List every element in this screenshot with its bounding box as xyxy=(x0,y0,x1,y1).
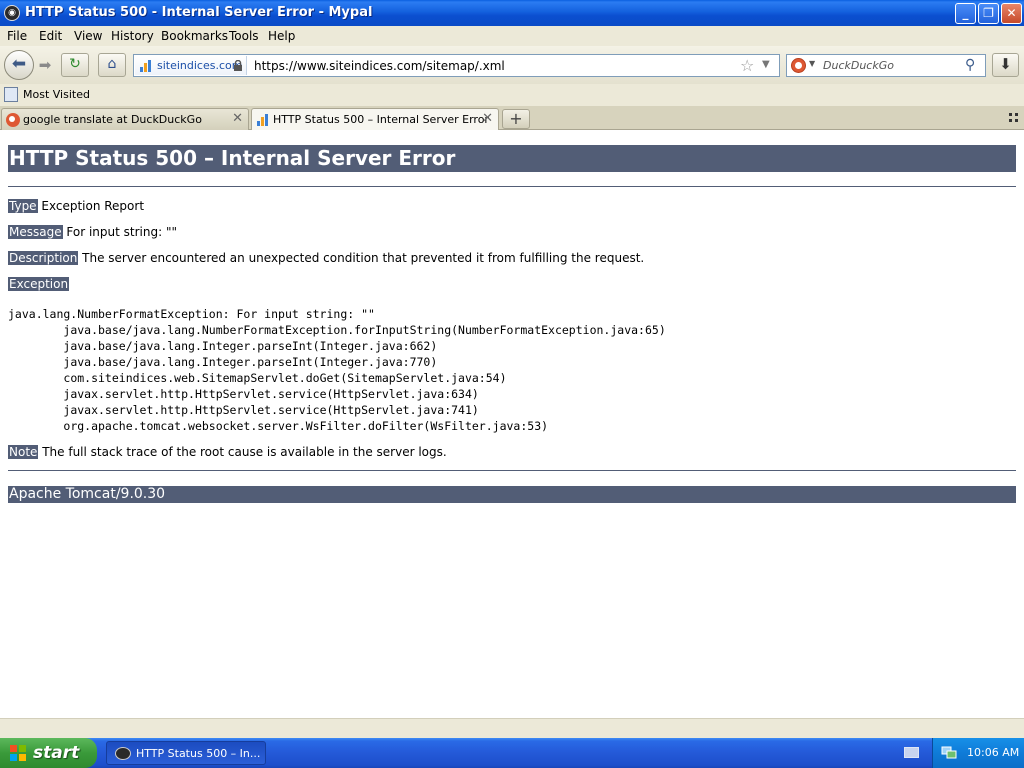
taskbar-window-label: HTTP Status 500 – In... xyxy=(136,747,261,760)
list-all-tabs-icon[interactable] xyxy=(1009,113,1019,123)
message-label: Message xyxy=(8,225,63,239)
windows-flag-icon xyxy=(10,745,27,762)
mypal-app-icon[interactable]: ◉ xyxy=(4,5,20,21)
back-arrow-icon: ⬅ xyxy=(11,54,27,74)
forward-arrow-icon: ➡ xyxy=(38,56,52,74)
home-button[interactable]: ⌂ xyxy=(98,53,126,77)
start-button[interactable]: start xyxy=(0,738,97,768)
site-favicon-icon xyxy=(140,60,154,72)
note-value: The full stack trace of the root cause i… xyxy=(38,445,447,459)
site-identity-button[interactable]: siteindices.com xyxy=(135,56,247,75)
lock-icon xyxy=(234,60,242,71)
downloads-button[interactable]: ⬇ xyxy=(992,53,1019,77)
exception-row: Exception xyxy=(8,277,70,291)
tab-google-translate[interactable]: google translate at DuckDuckGo ✕ xyxy=(1,108,249,130)
back-button[interactable]: ⬅ xyxy=(4,50,34,80)
tab-label: google translate at DuckDuckGo xyxy=(23,113,202,126)
page-content: HTTP Status 500 – Internal Server Error … xyxy=(0,130,1024,718)
windows-taskbar: start HTTP Status 500 – In... 10:06 AM xyxy=(0,738,1024,768)
menu-file[interactable]: File xyxy=(7,29,27,43)
window-title: HTTP Status 500 - Internal Server Error … xyxy=(25,5,373,20)
close-tab-icon[interactable]: ✕ xyxy=(482,111,493,126)
type-row: Type Exception Report xyxy=(8,199,144,213)
menu-history[interactable]: History xyxy=(111,29,154,43)
menu-help[interactable]: Help xyxy=(268,29,295,43)
forward-button[interactable]: ➡ xyxy=(35,56,55,76)
download-arrow-icon: ⬇ xyxy=(999,55,1012,73)
start-label: start xyxy=(33,743,80,763)
system-tray: 10:06 AM xyxy=(932,738,1024,768)
taskbar-window-button[interactable]: HTTP Status 500 – In... xyxy=(106,741,266,765)
note-row: Note The full stack trace of the root ca… xyxy=(8,445,447,459)
new-tab-button[interactable]: + xyxy=(502,109,530,129)
maximize-button[interactable]: ❐ xyxy=(978,3,999,24)
server-version-footer: Apache Tomcat/9.0.30 xyxy=(8,486,1016,503)
navigation-toolbar: ⬅ ➡ ↻ ⌂ siteindices.com https://www.site… xyxy=(0,46,1024,84)
description-row: Description The server encountered an un… xyxy=(8,251,644,265)
window-title-bar[interactable]: ◉ HTTP Status 500 - Internal Server Erro… xyxy=(0,0,1024,26)
site-host: siteindices.com xyxy=(157,59,243,72)
bookmark-star-icon[interactable]: ☆ xyxy=(740,56,754,75)
divider xyxy=(8,470,1016,471)
search-bar[interactable]: ▼ DuckDuckGo ⚲ xyxy=(786,54,986,77)
url-input[interactable]: https://www.siteindices.com/sitemap/.xml xyxy=(254,59,505,73)
tab-strip: google translate at DuckDuckGo ✕ HTTP St… xyxy=(0,106,1024,131)
siteindices-favicon-icon xyxy=(257,114,268,126)
note-label: Note xyxy=(8,445,39,459)
menu-view[interactable]: View xyxy=(74,29,102,43)
clock[interactable]: 10:06 AM xyxy=(967,746,1019,759)
status-bar xyxy=(0,718,1024,738)
description-label: Description xyxy=(8,251,79,265)
search-input[interactable]: DuckDuckGo xyxy=(823,59,894,72)
plus-icon: + xyxy=(509,109,523,128)
message-row: Message For input string: "" xyxy=(8,225,177,239)
search-icon[interactable]: ⚲ xyxy=(965,57,975,73)
message-value: For input string: "" xyxy=(62,225,177,239)
exception-label: Exception xyxy=(8,277,70,291)
url-bar[interactable]: siteindices.com https://www.siteindices.… xyxy=(133,54,780,77)
menu-tools[interactable]: Tools xyxy=(229,29,259,43)
mypal-taskbar-icon xyxy=(115,747,131,760)
keyboard-language-icon[interactable] xyxy=(904,747,919,758)
close-tab-icon[interactable]: ✕ xyxy=(232,111,243,126)
home-icon: ⌂ xyxy=(107,56,117,72)
bookmark-folder-icon xyxy=(4,87,18,102)
menu-bookmarks[interactable]: Bookmarks xyxy=(161,29,228,43)
divider xyxy=(8,186,1016,187)
reload-button[interactable]: ↻ xyxy=(61,53,89,77)
duckduckgo-favicon-icon xyxy=(6,113,20,127)
network-icon[interactable] xyxy=(941,746,957,760)
most-visited-bookmark[interactable]: Most Visited xyxy=(23,88,90,101)
type-value: Exception Report xyxy=(37,199,145,213)
close-button[interactable]: ✕ xyxy=(1001,3,1022,24)
stack-trace: java.lang.NumberFormatException: For inp… xyxy=(8,307,666,433)
menu-edit[interactable]: Edit xyxy=(39,29,62,43)
minimize-button[interactable]: _ xyxy=(955,3,976,24)
duckduckgo-icon[interactable] xyxy=(791,58,806,73)
tab-label: HTTP Status 500 – Internal Server Error xyxy=(273,113,489,126)
reload-icon: ↻ xyxy=(69,56,81,72)
description-value: The server encountered an unexpected con… xyxy=(78,251,645,265)
type-label: Type xyxy=(8,199,38,213)
search-engine-dropdown-icon[interactable]: ▼ xyxy=(809,59,815,68)
tab-http-status[interactable]: HTTP Status 500 – Internal Server Error … xyxy=(251,108,499,131)
bookmarks-toolbar: Most Visited xyxy=(0,84,1024,106)
error-heading: HTTP Status 500 – Internal Server Error xyxy=(8,145,1016,172)
url-dropdown-icon[interactable]: ▼ xyxy=(762,59,770,70)
menu-bar: File Edit View History Bookmarks Tools H… xyxy=(0,26,1024,46)
